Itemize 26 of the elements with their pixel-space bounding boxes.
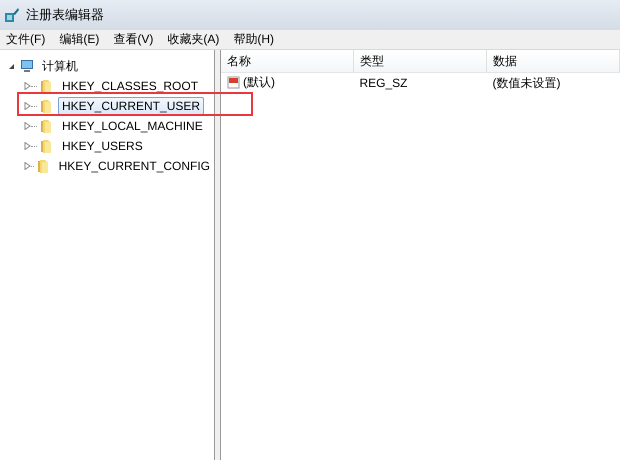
expand-arrow-icon[interactable] [24, 142, 31, 150]
menu-item[interactable]: 收藏夹(A) [161, 31, 228, 47]
tree-item[interactable]: HKEY_CLASSES_ROOT [58, 77, 202, 95]
table-cell: (默认) [243, 74, 275, 91]
tree-item[interactable]: HKEY_LOCAL_MACHINE [58, 117, 207, 135]
expand-arrow-icon[interactable] [24, 122, 31, 130]
table-cell: (数值未设置) [492, 76, 560, 90]
menu-item[interactable]: 文件(F) [0, 31, 54, 47]
tree-item[interactable]: 计算机 [38, 56, 82, 76]
string-value-icon [227, 75, 241, 90]
column-header[interactable]: 名称 [221, 50, 354, 72]
expand-arrow-icon[interactable] [24, 102, 31, 110]
tree-item[interactable]: HKEY_CURRENT_CONFIG [54, 157, 214, 175]
column-header[interactable]: 数据 [486, 50, 620, 72]
expand-arrow-icon[interactable] [24, 82, 31, 90]
window-title: 注册表编辑器 [26, 6, 104, 24]
expand-arrow-icon[interactable] [24, 162, 31, 170]
computer-icon [19, 58, 35, 74]
menu-item[interactable]: 查看(V) [107, 31, 162, 47]
menu-item[interactable]: 编辑(E) [53, 31, 108, 47]
table-cell: REG_SZ [360, 76, 408, 90]
tree-item[interactable]: HKEY_CURRENT_USER [58, 97, 204, 115]
tree-item[interactable]: HKEY_USERS [58, 137, 147, 155]
column-header[interactable]: 类型 [354, 50, 486, 72]
registry-icon [4, 7, 20, 23]
menu-item[interactable]: 帮助(H) [227, 31, 282, 47]
